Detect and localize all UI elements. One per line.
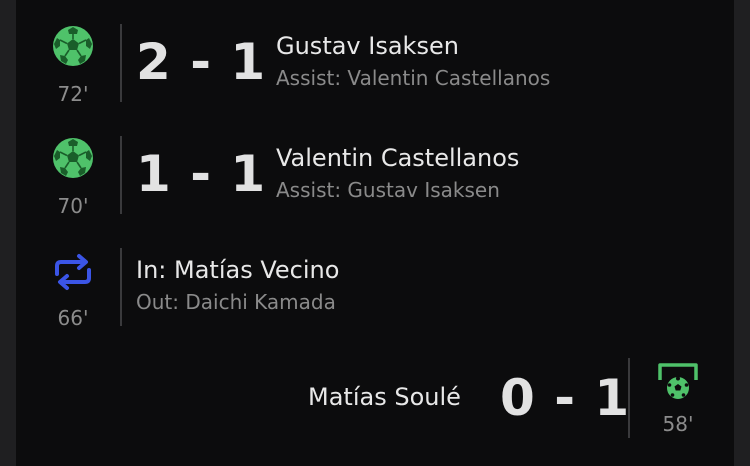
- event-icon-column: 70': [40, 136, 106, 218]
- event-divider: [120, 24, 122, 102]
- match-timeline-panel: 72' 2 - 1 Gustav Isaksen Assist: Valenti…: [16, 0, 734, 466]
- timeline-event-goal[interactable]: 70' 1 - 1 Valentin Castellanos Assist: G…: [16, 132, 734, 232]
- goal-assist[interactable]: Assist: Gustav Isaksen: [276, 177, 500, 203]
- timeline-event-substitution[interactable]: 66' In: Matías Vecino Out: Daichi Kamada: [16, 244, 734, 344]
- event-score: 1 - 1: [136, 145, 267, 203]
- goal-scorer[interactable]: Gustav Isaksen: [276, 31, 459, 61]
- timeline-event-goal-away[interactable]: Matías Soulé 0 - 1 58': [16, 356, 734, 456]
- substitution-arrows-icon: [51, 250, 95, 294]
- event-icon-column: 66': [40, 250, 106, 330]
- goal-assist[interactable]: Assist: Valentin Castellanos: [276, 65, 550, 91]
- goal-scorer[interactable]: Valentin Castellanos: [276, 143, 519, 173]
- player-out[interactable]: Out: Daichi Kamada: [136, 289, 336, 315]
- goal-net-ball-icon: [656, 362, 700, 404]
- event-minute: 66': [57, 306, 89, 330]
- event-minute: 72': [57, 82, 89, 106]
- event-score: 0 - 1: [500, 369, 631, 427]
- event-divider: [120, 248, 122, 326]
- event-icon-column: 58': [652, 362, 704, 436]
- event-minute: 70': [57, 194, 89, 218]
- soccer-ball-icon: [51, 24, 95, 68]
- event-minute: 58': [662, 412, 694, 436]
- timeline-event-goal[interactable]: 72' 2 - 1 Gustav Isaksen Assist: Valenti…: [16, 20, 734, 120]
- event-icon-column: 72': [40, 24, 106, 106]
- event-divider: [628, 358, 630, 438]
- soccer-ball-icon: [51, 136, 95, 180]
- player-in[interactable]: In: Matías Vecino: [136, 255, 339, 285]
- goal-scorer[interactable]: Matías Soulé: [308, 382, 461, 412]
- event-score: 2 - 1: [136, 33, 267, 91]
- event-divider: [120, 136, 122, 214]
